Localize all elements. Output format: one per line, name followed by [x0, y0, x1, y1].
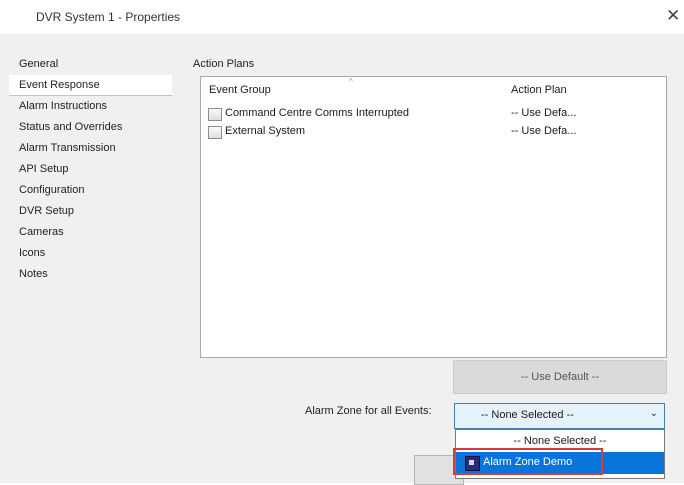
column-action-plan[interactable]: Action Plan	[511, 84, 567, 96]
event-group-name: Command Centre Comms Interrupted	[225, 107, 410, 119]
action-plan-value: -- Use Defa...	[511, 125, 577, 137]
sidebar: General Event Response Alarm Instruction…	[9, 54, 172, 285]
sidebar-item-notes[interactable]: Notes	[9, 264, 172, 285]
sidebar-item-general[interactable]: General	[9, 54, 172, 75]
action-plans-list[interactable]: ^ Event Group Action Plan Command Centre…	[200, 76, 667, 358]
row-checkbox[interactable]	[208, 108, 222, 121]
sidebar-item-alarm-transmission[interactable]: Alarm Transmission	[9, 138, 172, 159]
alarm-zone-select[interactable]: -- None Selected -- ⌄	[454, 403, 665, 429]
sidebar-item-status-overrides[interactable]: Status and Overrides	[9, 117, 172, 138]
highlight-box	[453, 448, 603, 475]
event-response-panel: Action Plans ^ Event Group Action Plan C…	[181, 54, 677, 404]
sidebar-item-dvr-setup[interactable]: DVR Setup	[9, 201, 172, 222]
sidebar-item-alarm-instructions[interactable]: Alarm Instructions	[9, 96, 172, 117]
alarm-zone-selected-value: -- None Selected --	[481, 409, 574, 421]
action-plan-value: -- Use Defa...	[511, 107, 577, 119]
action-plans-label: Action Plans	[193, 58, 255, 70]
chevron-down-icon[interactable]: ⌄	[650, 408, 658, 419]
row-checkbox[interactable]	[208, 126, 222, 139]
list-item[interactable]: External System -- Use Defa...	[201, 123, 666, 141]
title-bar: DVR System 1 - Properties ✕	[0, 0, 684, 34]
sidebar-item-event-response[interactable]: Event Response	[9, 75, 172, 96]
sidebar-item-icons[interactable]: Icons	[9, 243, 172, 264]
list-header: ^ Event Group Action Plan	[201, 77, 666, 99]
use-default-button[interactable]: -- Use Default --	[453, 360, 667, 394]
window-title: DVR System 1 - Properties	[36, 10, 181, 24]
close-icon[interactable]: ✕	[666, 7, 680, 25]
alarm-zone-label: Alarm Zone for all Events:	[305, 405, 432, 417]
column-event-group[interactable]: Event Group	[209, 84, 271, 96]
event-group-name: External System	[225, 125, 306, 137]
sidebar-item-configuration[interactable]: Configuration	[9, 180, 172, 201]
list-item[interactable]: Command Centre Comms Interrupted -- Use …	[201, 105, 666, 123]
sidebar-item-api-setup[interactable]: API Setup	[9, 159, 172, 180]
properties-dialog: DVR System 1 - Properties ✕ General Even…	[0, 0, 684, 485]
sidebar-item-cameras[interactable]: Cameras	[9, 222, 172, 243]
sort-caret-icon: ^	[349, 77, 353, 86]
